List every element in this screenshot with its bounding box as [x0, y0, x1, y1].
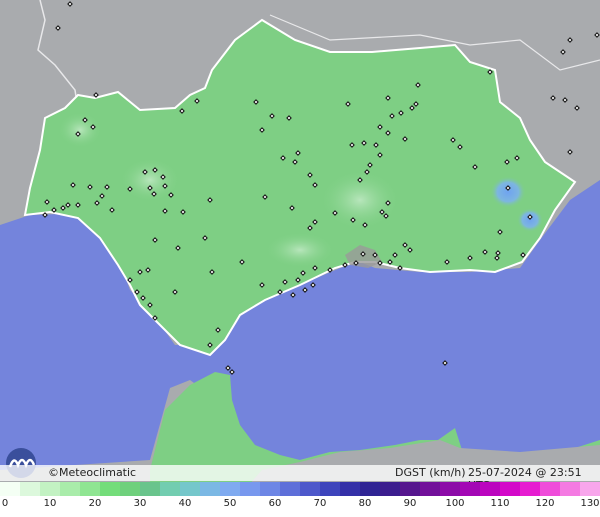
- gust-highlight: [265, 232, 335, 268]
- scale-swatch: [0, 482, 20, 496]
- scale-swatch: [440, 482, 460, 496]
- scale-swatch: [240, 482, 260, 496]
- scale-swatch: [280, 482, 300, 496]
- scale-swatch: [560, 482, 580, 496]
- scale-swatch: [220, 482, 240, 496]
- gust-blue-area: [517, 208, 543, 232]
- scale-tick-label: 100: [445, 498, 465, 509]
- variable-unit: DGST (km/h): [395, 466, 466, 479]
- scale-swatch: [400, 482, 420, 496]
- scale-tick-label: 30: [133, 498, 147, 509]
- wind-gust-map[interactable]: [0, 0, 600, 495]
- scale-swatch: [140, 482, 160, 496]
- scale-swatch: [380, 482, 400, 496]
- scale-swatch: [540, 482, 560, 496]
- scale-swatch: [40, 482, 60, 496]
- scale-tick-label: 0: [1, 498, 9, 509]
- scale-swatch: [180, 482, 200, 496]
- scale-swatch: [160, 482, 180, 496]
- scale-swatch: [360, 482, 380, 496]
- scale-swatch: [580, 482, 600, 496]
- scale-swatch: [460, 482, 480, 496]
- scale-swatch: [500, 482, 520, 496]
- color-scale-bar: [0, 482, 600, 496]
- brand-label: ©Meteoclimatic: [48, 466, 137, 479]
- scale-swatch: [300, 482, 320, 496]
- scale-tick-label: 60: [268, 498, 282, 509]
- scale-tick-label: 80: [358, 498, 372, 509]
- scale-swatch: [100, 482, 120, 496]
- scale-swatch: [320, 482, 340, 496]
- scale-swatch: [520, 482, 540, 496]
- scale-swatch: [60, 482, 80, 496]
- scale-swatch: [20, 482, 40, 496]
- scale-tick-label: 70: [313, 498, 327, 509]
- scale-tick-label: 130: [580, 498, 600, 509]
- scale-swatch: [480, 482, 500, 496]
- gust-highlight: [58, 112, 102, 148]
- scale-swatch: [260, 482, 280, 496]
- color-scale: 0 10 20 30 40 50 60 70 80 90 100 110 120 130: [0, 482, 600, 517]
- scale-swatch: [200, 482, 220, 496]
- scale-tick-label: 40: [178, 498, 192, 509]
- scale-tick-label: 10: [43, 498, 57, 509]
- scale-tick-label: 90: [403, 498, 417, 509]
- scale-swatch: [340, 482, 360, 496]
- scale-tick-label: 20: [88, 498, 102, 509]
- scale-tick-label: 50: [223, 498, 237, 509]
- scale-tick-label: 110: [490, 498, 510, 509]
- scale-swatch: [80, 482, 100, 496]
- scale-tick-label: 120: [535, 498, 555, 509]
- map-info-bar: ©Meteoclimatic DGST (km/h) 25-07-2024 @ …: [0, 465, 600, 492]
- scale-swatch: [120, 482, 140, 496]
- gust-blue-area: [490, 176, 526, 208]
- scale-swatch: [420, 482, 440, 496]
